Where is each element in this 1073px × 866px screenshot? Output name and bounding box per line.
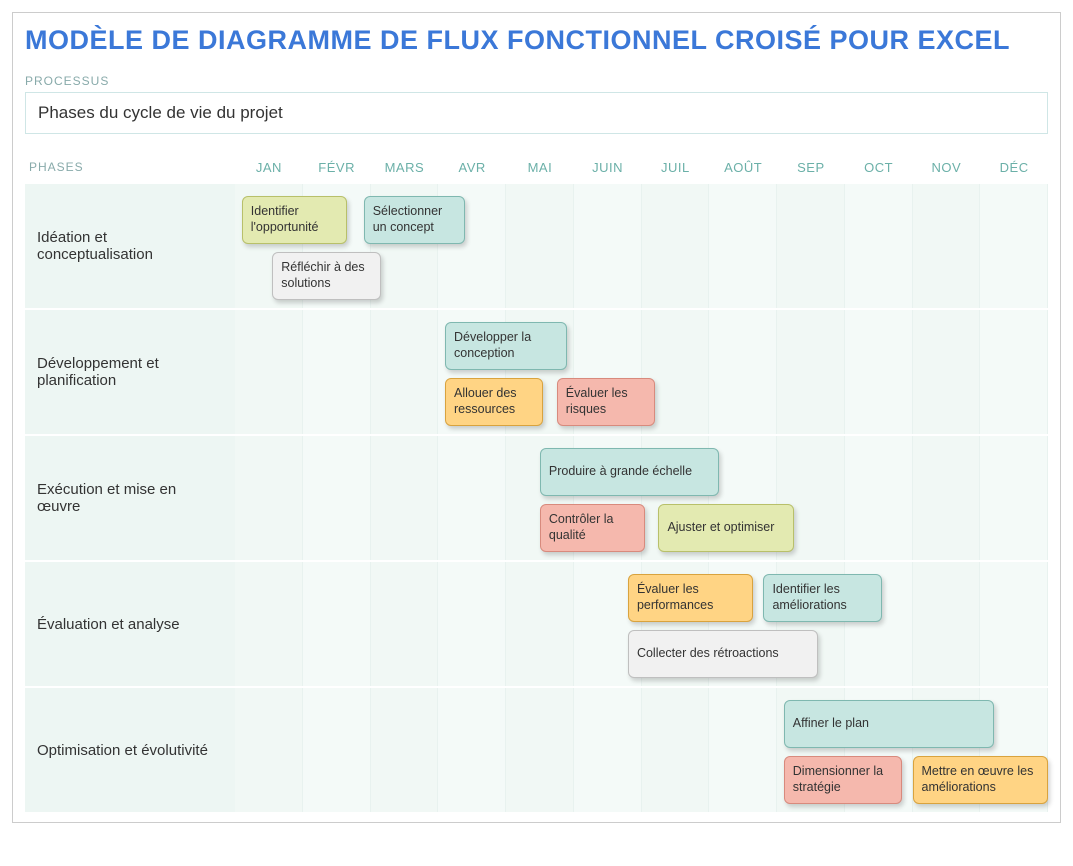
swimlane-label: Optimisation et évolutivité [25, 688, 235, 812]
months-header: JANFÉVRMARSAVRMAIJUINJUILAOÛTSEPOCTNOVDÉ… [235, 160, 1048, 175]
month-header: JUIL [642, 160, 710, 175]
page-title: MODÈLE DE DIAGRAMME DE FLUX FONCTIONNEL … [25, 25, 1048, 56]
swimlane-grid: Produire à grande échelle Contrôler la qu… [235, 436, 1048, 560]
swimlane: Développement et planificationDévelopper… [25, 308, 1048, 434]
swimlane-grid: Identifier l'opportunité Sélectionner un … [235, 184, 1048, 308]
task-box[interactable]: Collecter des rétroactions [628, 630, 818, 678]
header-row: PHASES JANFÉVRMARSAVRMAIJUINJUILAOÛTSEPO… [25, 152, 1048, 182]
task-box[interactable]: Dimensionner la stratégie [784, 756, 903, 804]
swimlane: Optimisation et évolutivitéAffiner le pl… [25, 686, 1048, 812]
swimlane-content: Développer la conception Allouer des ress… [235, 310, 1048, 434]
swimlane-label: Développement et planification [25, 310, 235, 434]
task-box[interactable]: Contrôler la qualité [540, 504, 645, 552]
page-frame: MODÈLE DE DIAGRAMME DE FLUX FONCTIONNEL … [12, 12, 1061, 823]
swimlane: Idéation et conceptualisationIdentifier … [25, 182, 1048, 308]
swimlane-content: Affiner le plan Dimensionner la stratégie… [235, 688, 1048, 812]
month-header: MAI [506, 160, 574, 175]
month-header: MARS [371, 160, 439, 175]
swimlane-content: Identifier l'opportunité Sélectionner un … [235, 184, 1048, 308]
processus-input[interactable]: Phases du cycle de vie du projet [25, 92, 1048, 134]
swimlane-label: Idéation et conceptualisation [25, 184, 235, 308]
swimlane-grid: Affiner le plan Dimensionner la stratégie… [235, 688, 1048, 812]
month-header: JUIN [574, 160, 642, 175]
swimlane-chart: PHASES JANFÉVRMARSAVRMAIJUINJUILAOÛTSEPO… [25, 152, 1048, 812]
month-header: AVR [438, 160, 506, 175]
task-box[interactable]: Identifier les améliorations [763, 574, 882, 622]
task-box[interactable]: Identifier l'opportunité [242, 196, 347, 244]
month-header: AOÛT [709, 160, 777, 175]
task-box[interactable]: Affiner le plan [784, 700, 994, 748]
swimlane: Évaluation et analyseÉvaluer les perform… [25, 560, 1048, 686]
month-header: DÉC [980, 160, 1048, 175]
swimlane: Exécution et mise en œuvreProduire à gra… [25, 434, 1048, 560]
task-box[interactable]: Sélectionner un concept [364, 196, 466, 244]
swimlane-content: Évaluer les performancesIdentifier les a… [235, 562, 1048, 686]
swimlane-grid: Développer la conception Allouer des ress… [235, 310, 1048, 434]
swimlanes-container: Idéation et conceptualisationIdentifier … [25, 182, 1048, 812]
swimlane-label: Exécution et mise en œuvre [25, 436, 235, 560]
task-box[interactable]: Allouer des ressources [445, 378, 543, 426]
month-header: FÉVR [303, 160, 371, 175]
processus-label: PROCESSUS [25, 74, 1048, 88]
swimlane-label: Évaluation et analyse [25, 562, 235, 686]
task-box[interactable]: Ajuster et optimiser [658, 504, 793, 552]
task-box[interactable]: Produire à grande échelle [540, 448, 720, 496]
task-box[interactable]: Évaluer les performances [628, 574, 753, 622]
month-header: SEP [777, 160, 845, 175]
task-box[interactable]: Mettre en œuvre les améliorations [913, 756, 1048, 804]
task-box[interactable]: Développer la conception [445, 322, 567, 370]
task-box[interactable]: Réfléchir à des solutions [272, 252, 380, 300]
month-header: NOV [913, 160, 981, 175]
month-header: OCT [845, 160, 913, 175]
swimlane-content: Produire à grande échelle Contrôler la qu… [235, 436, 1048, 560]
month-header: JAN [235, 160, 303, 175]
swimlane-grid: Évaluer les performancesIdentifier les a… [235, 562, 1048, 686]
task-box[interactable]: Évaluer les risques [557, 378, 655, 426]
phases-label: PHASES [25, 160, 235, 174]
